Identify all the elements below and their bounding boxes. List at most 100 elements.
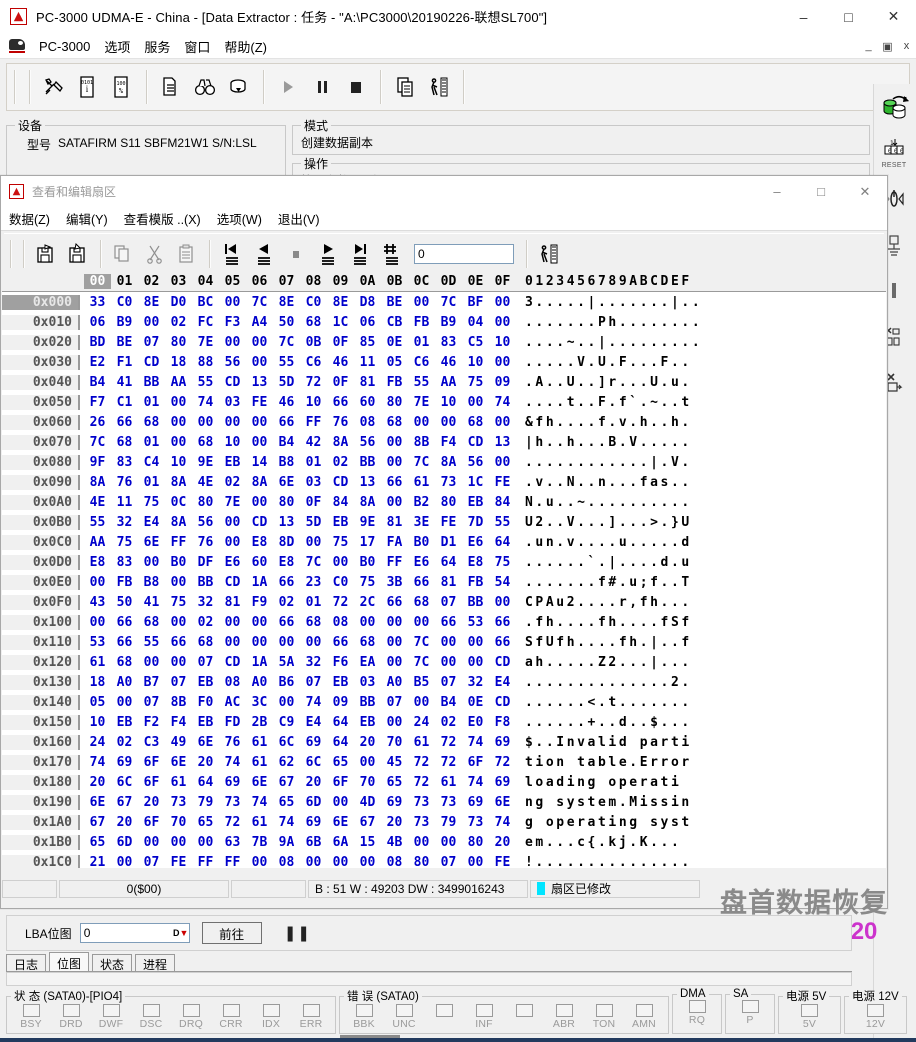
hex-byte-cell[interactable]: 00 bbox=[489, 595, 516, 610]
hex-byte-cell[interactable]: 0B bbox=[300, 335, 327, 350]
hex-byte-cell[interactable]: 66 bbox=[111, 615, 138, 630]
hex-byte-cell[interactable]: 24 bbox=[84, 735, 111, 750]
hex-row-bytes[interactable]: 65 6D 00 00 00 63 7B 9A 6B 6A 15 4B 00 00 80 20 bbox=[80, 835, 516, 850]
hex-byte-cell[interactable]: 07 bbox=[435, 675, 462, 690]
hex-byte-cell[interactable]: 68 bbox=[138, 415, 165, 430]
hex-byte-cell[interactable]: 72 bbox=[300, 375, 327, 390]
hex-byte-cell[interactable]: 8A bbox=[435, 455, 462, 470]
document-percent-icon[interactable]: 100% bbox=[107, 71, 137, 103]
hex-byte-cell[interactable]: 13 bbox=[273, 515, 300, 530]
hex-row[interactable]: 0x090 8A 76 01 8A 4E 02 8A 6E 03 CD 13 66 61 73 1C FE .v.… bbox=[2, 472, 886, 492]
hex-byte-cell[interactable]: BB bbox=[462, 595, 489, 610]
structure-icon[interactable] bbox=[156, 71, 186, 103]
hex-byte-cell[interactable]: 81 bbox=[435, 575, 462, 590]
drive-copy-icon[interactable] bbox=[874, 84, 914, 130]
menu-item-window[interactable]: 窗口 bbox=[177, 35, 217, 58]
hex-byte-cell[interactable]: B4 bbox=[435, 695, 462, 710]
hex-byte-cell[interactable]: CD bbox=[327, 475, 354, 490]
hex-byte-cell[interactable]: BC bbox=[192, 295, 219, 310]
hex-byte-cell[interactable]: 23 bbox=[300, 575, 327, 590]
hex-byte-cell[interactable]: 56 bbox=[219, 355, 246, 370]
hex-row[interactable]: 0x1C0 21 00 07 FE FF FF 00 08 00 00 00 08 80 07 00 FE!..… bbox=[2, 852, 886, 868]
hex-byte-cell[interactable]: AA bbox=[84, 535, 111, 550]
hex-byte-cell[interactable]: 69 bbox=[462, 795, 489, 810]
hex-byte-cell[interactable]: 00 bbox=[219, 535, 246, 550]
hex-byte-cell[interactable]: F3 bbox=[219, 315, 246, 330]
hex-byte-cell[interactable]: 79 bbox=[192, 795, 219, 810]
hex-byte-cell[interactable]: C0 bbox=[111, 295, 138, 310]
lba-spinner-icon[interactable]: D ▼ bbox=[173, 925, 188, 940]
hex-byte-cell[interactable]: 63 bbox=[219, 835, 246, 850]
hex-byte-cell[interactable]: 69 bbox=[111, 755, 138, 770]
hex-minimize-button[interactable]: – bbox=[755, 176, 799, 207]
hex-byte-cell[interactable]: 00 bbox=[246, 335, 273, 350]
hex-byte-cell[interactable]: B4 bbox=[273, 435, 300, 450]
hex-byte-cell[interactable]: A0 bbox=[111, 675, 138, 690]
hex-byte-cell[interactable]: 64 bbox=[327, 715, 354, 730]
hex-byte-cell[interactable]: FA bbox=[381, 535, 408, 550]
run-bar-icon[interactable] bbox=[424, 71, 454, 103]
hex-row[interactable]: 0x0E0 00 FB B8 00 BB CD 1A 66 23 C0 75 3B 66 81 FB 54...… bbox=[2, 572, 886, 592]
hex-byte-cell[interactable]: 56 bbox=[462, 455, 489, 470]
save-sector-icon[interactable] bbox=[64, 239, 92, 269]
hex-byte-cell[interactable]: FB bbox=[111, 575, 138, 590]
hex-byte-cell[interactable]: 18 bbox=[165, 355, 192, 370]
hex-byte-cell[interactable]: 1A bbox=[246, 575, 273, 590]
hex-byte-cell[interactable]: E8 bbox=[246, 535, 273, 550]
hex-byte-cell[interactable]: 6C bbox=[300, 755, 327, 770]
hex-byte-cell[interactable]: 8A bbox=[165, 515, 192, 530]
hex-row-ascii[interactable]: .un.v....u.....d bbox=[516, 535, 692, 550]
hex-byte-cell[interactable]: 10 bbox=[165, 455, 192, 470]
close-button[interactable]: ✕ bbox=[871, 0, 916, 33]
hex-byte-cell[interactable]: 8A bbox=[246, 475, 273, 490]
hex-byte-cell[interactable]: CD bbox=[138, 355, 165, 370]
hex-row[interactable]: 0x010 06 B9 00 02 FC F3 A4 50 68 1C 06 CB FB B9 04 00...… bbox=[2, 312, 886, 332]
hex-byte-cell[interactable]: 75 bbox=[462, 375, 489, 390]
hex-row-bytes[interactable]: 33 C0 8E D0 BC 00 7C 8E C0 8E D8 BE 00 7C BF 00 bbox=[80, 295, 516, 310]
hex-byte-cell[interactable]: 00 bbox=[246, 495, 273, 510]
hex-byte-cell[interactable]: 8E bbox=[273, 295, 300, 310]
hex-byte-cell[interactable]: 00 bbox=[354, 755, 381, 770]
hex-byte-cell[interactable]: EB bbox=[192, 715, 219, 730]
hex-byte-cell[interactable]: 69 bbox=[489, 735, 516, 750]
hex-byte-cell[interactable]: 66 bbox=[408, 575, 435, 590]
hex-byte-cell[interactable]: FC bbox=[192, 315, 219, 330]
menu-item-options[interactable]: 选项 bbox=[97, 35, 137, 58]
hex-byte-cell[interactable]: 6D bbox=[111, 835, 138, 850]
hex-byte-cell[interactable]: 00 bbox=[219, 335, 246, 350]
hex-row[interactable]: 0x1B0 65 6D 00 00 00 63 7B 9A 6B 6A 15 4B 00 00 80 20 em.… bbox=[2, 832, 886, 852]
hex-byte-cell[interactable]: 07 bbox=[138, 695, 165, 710]
hex-byte-cell[interactable]: 69 bbox=[381, 795, 408, 810]
hex-byte-cell[interactable]: 68 bbox=[111, 655, 138, 670]
hex-byte-cell[interactable]: 72 bbox=[435, 735, 462, 750]
hex-byte-cell[interactable]: C6 bbox=[408, 355, 435, 370]
hex-byte-cell[interactable]: 9F bbox=[84, 455, 111, 470]
hex-byte-cell[interactable]: 69 bbox=[300, 815, 327, 830]
hex-row[interactable]: 0x0B0 55 32 E4 8A 56 00 CD 13 5D EB 9E 81 3E FE 7D 55 U2.… bbox=[2, 512, 886, 532]
minimize-button[interactable]: – bbox=[781, 0, 826, 33]
hex-row[interactable]: 0x110 53 66 55 66 68 00 00 00 00 66 68 00 7C 00 00 66 SfU… bbox=[2, 632, 886, 652]
hex-byte-cell[interactable]: 65 bbox=[327, 755, 354, 770]
hex-byte-cell[interactable]: 00 bbox=[408, 295, 435, 310]
hex-byte-cell[interactable]: 7E bbox=[408, 395, 435, 410]
hex-byte-cell[interactable]: CD bbox=[219, 655, 246, 670]
hex-byte-cell[interactable]: 00 bbox=[111, 695, 138, 710]
hex-byte-cell[interactable]: 17 bbox=[354, 535, 381, 550]
hex-menu-data[interactable]: 数据(Z) bbox=[1, 207, 58, 230]
hex-byte-cell[interactable]: 72 bbox=[408, 755, 435, 770]
hex-menu-template[interactable]: 查看模版 ..(X) bbox=[116, 207, 209, 230]
hex-byte-cell[interactable]: 6C bbox=[273, 735, 300, 750]
hex-byte-cell[interactable]: 00 bbox=[435, 635, 462, 650]
hex-byte-cell[interactable]: 7C bbox=[84, 435, 111, 450]
hex-row-ascii[interactable]: ng system.Missin bbox=[516, 795, 692, 810]
hex-row-ascii[interactable]: 3.....|.......|.. bbox=[516, 295, 702, 310]
hex-byte-cell[interactable]: C6 bbox=[300, 355, 327, 370]
hex-byte-cell[interactable]: 0E bbox=[381, 335, 408, 350]
hex-byte-cell[interactable]: 00 bbox=[462, 395, 489, 410]
hex-byte-cell[interactable]: FE bbox=[489, 855, 516, 869]
hex-byte-cell[interactable]: 73 bbox=[219, 795, 246, 810]
hex-byte-cell[interactable]: 00 bbox=[138, 835, 165, 850]
hex-row-bytes[interactable]: 24 02 C3 49 6E 76 61 6C 69 64 20 70 61 72 74 69 bbox=[80, 735, 516, 750]
hex-byte-cell[interactable]: 80 bbox=[192, 495, 219, 510]
hex-byte-cell[interactable]: EB bbox=[327, 675, 354, 690]
